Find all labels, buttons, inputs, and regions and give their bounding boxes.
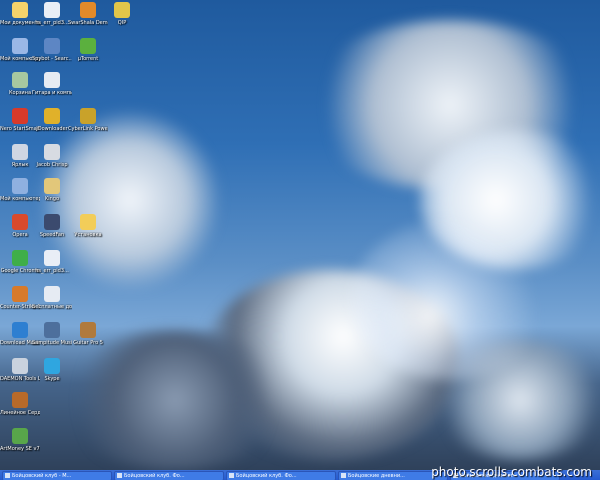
folder-icon [12, 2, 28, 18]
desktop-icon[interactable]: ArtMoney SE v7.33 [0, 428, 40, 452]
desktop-icon-label: ArtMoney SE v7.33 [0, 446, 40, 452]
dvd-icon [80, 108, 96, 124]
watermark-text: photo.scrolls.combats.com [431, 465, 592, 479]
music-icon [44, 144, 60, 160]
computer-icon [12, 178, 28, 194]
nero-icon [12, 108, 28, 124]
daemon-icon [12, 358, 28, 374]
doc-icon [44, 72, 60, 88]
cloud-shape [60, 330, 290, 470]
desktop-icon-label: Линейное Сердце [0, 410, 40, 416]
app-icon [12, 392, 28, 408]
desktop-icon[interactable]: Skype [32, 358, 72, 382]
folder-icon [80, 214, 96, 230]
guitar-icon [80, 322, 96, 338]
shortcut-icon [12, 144, 28, 160]
desktop-icon-label: µTorrent [77, 56, 99, 62]
desktop-icon[interactable]: µTorrent [68, 38, 108, 62]
desktop-icon-label: hs_err_pid3... [35, 268, 69, 274]
qip-icon [114, 2, 130, 18]
window-icon [229, 473, 234, 478]
desktop-icon-label: SpeedFan [39, 232, 65, 238]
opera-icon [12, 214, 28, 230]
desktop-icon-label: Гитара и компьют... [32, 90, 72, 96]
money-icon [12, 428, 28, 444]
desktop-background: Мои документы Мой компьютер Корзина Nero St… [0, 0, 600, 480]
desktop-icon[interactable]: QIP [102, 2, 142, 26]
app-icon [44, 178, 60, 194]
file-icon [44, 2, 60, 18]
taskbar-button[interactable]: Бойцовский клуб - М... [2, 471, 112, 480]
music-icon [44, 322, 60, 338]
desktop-icon[interactable]: CyberLink PowerDVD 9 [68, 108, 108, 132]
desktop-icon[interactable]: Spybot - Searc... [32, 38, 72, 62]
window-icon [5, 473, 10, 478]
desktop-icon-label: Установка [74, 232, 102, 238]
desktop-icon-label: Spybot - Searc... [32, 56, 72, 62]
desktop-icon[interactable]: JDownloader [32, 108, 72, 132]
taskbar-button-label: Бойцовский клуб. Фо... [124, 473, 185, 479]
desktop-icon[interactable]: Гитара и компьют... [32, 72, 72, 96]
taskbar-button[interactable]: Бойцовский клуб. Фо... [114, 471, 224, 480]
app-icon [80, 2, 96, 18]
download-icon [44, 108, 60, 124]
trash-icon [12, 72, 28, 88]
download-icon [12, 322, 28, 338]
torrent-icon [80, 38, 96, 54]
chrome-icon [12, 250, 28, 266]
desktop-icon[interactable]: Бесплатные документы [32, 286, 72, 310]
desktop-icon-label: hs_err_pid3... [35, 20, 69, 26]
desktop-icon-label: Jacob Chrisp [36, 162, 68, 168]
taskbar-button-label: Бойцовский клуб - М... [12, 473, 72, 479]
taskbar-button-label: Бойцовские дневни... [348, 473, 405, 479]
computer-icon [12, 38, 28, 54]
desktop-icon-label: Sampitude Music Stu... [32, 340, 72, 346]
taskbar-button[interactable]: Бойцовский клуб. Фо... [226, 471, 336, 480]
desktop-icon-label: Бесплатные документы [32, 304, 72, 310]
desktop-icon-label: QIP [117, 20, 127, 26]
desktop-icon[interactable]: Линейное Сердце [0, 392, 40, 416]
window-icon [117, 473, 122, 478]
desktop-icon[interactable]: Установка [68, 214, 108, 238]
desktop-icon[interactable]: Guitar Pro 5 [68, 322, 108, 346]
desktop-icon-label: Skype [44, 376, 60, 382]
desktop-icon[interactable]: hs_err_pid3... [32, 250, 72, 274]
game-icon [12, 286, 28, 302]
desktop-icon-label: Guitar Pro 5 [73, 340, 103, 346]
desktop-icon[interactable]: SpeedFan [32, 214, 72, 238]
sun-ray [350, 220, 550, 380]
desktop-icon-label: JDownloader [36, 126, 68, 132]
desktop-icon[interactable]: hs_err_pid3... [32, 2, 72, 26]
taskbar-button-label: Бойцовский клуб. Фо... [236, 473, 297, 479]
file-icon [44, 250, 60, 266]
window-icon [341, 473, 346, 478]
desktop-icon[interactable]: Jacob Chrisp [32, 144, 72, 168]
desktop-icon-label: Kingo [44, 196, 60, 202]
desktop-icon-label: CyberLink PowerDVD 9 [68, 126, 108, 132]
desktop-icon[interactable]: Kingo [32, 178, 72, 202]
doc-icon [44, 286, 60, 302]
spybot-icon [44, 38, 60, 54]
fan-icon [44, 214, 60, 230]
skype-icon [44, 358, 60, 374]
desktop-icon[interactable]: Sampitude Music Stu... [32, 322, 72, 346]
